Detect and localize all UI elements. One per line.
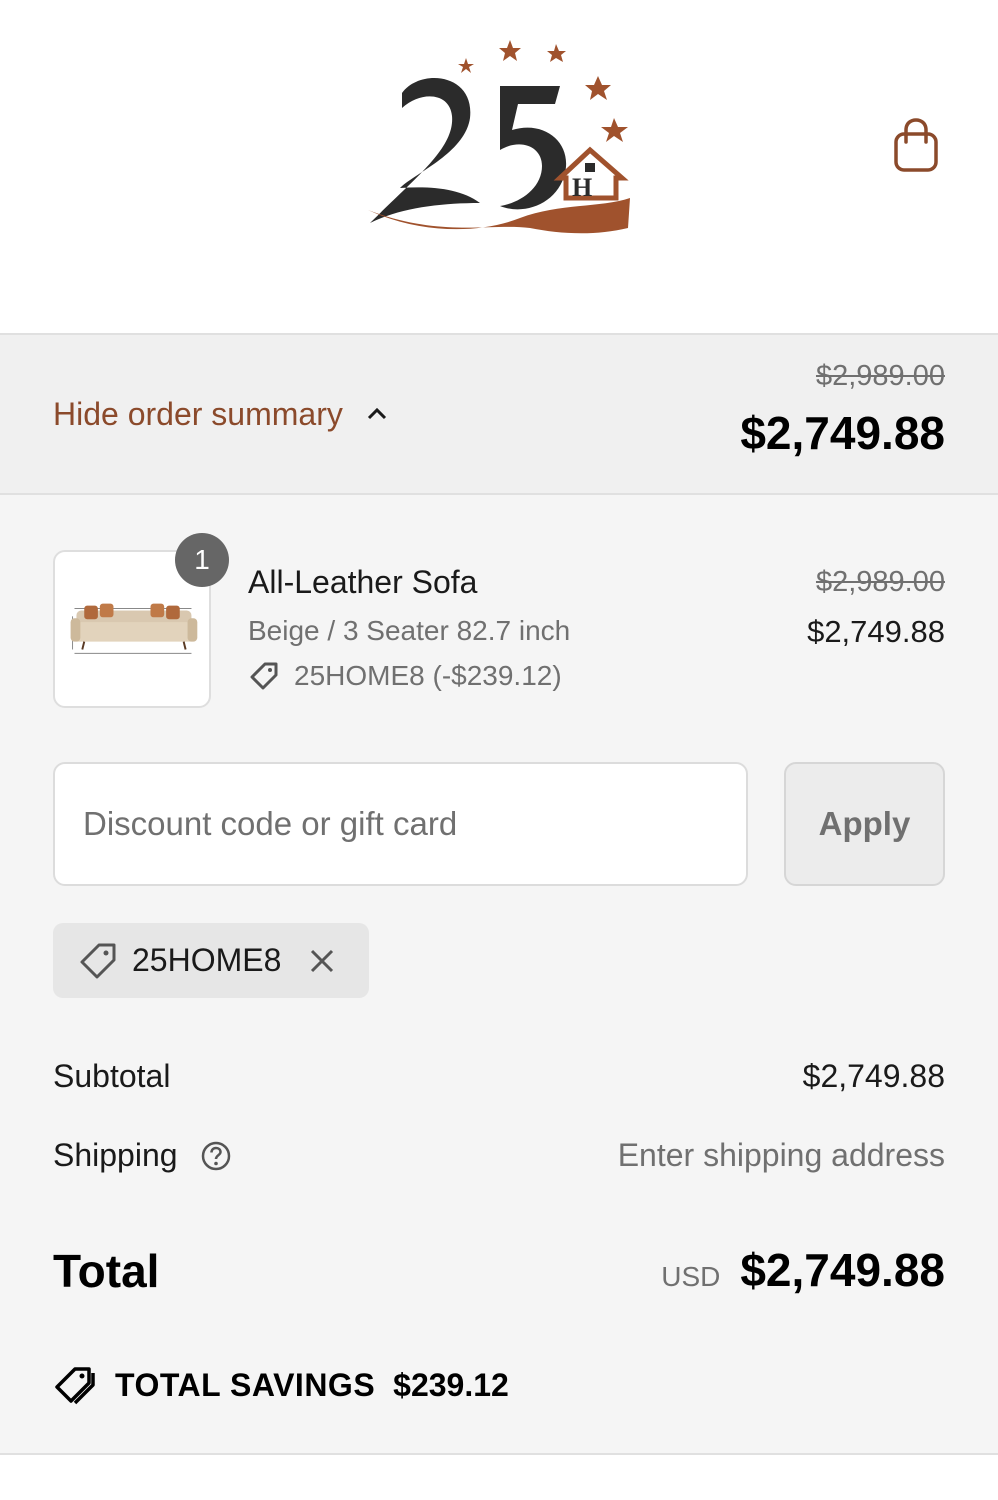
total-value: $2,749.88 <box>740 1244 945 1296</box>
svg-text:H: H <box>572 173 592 202</box>
total-savings: TOTAL SAVINGS $239.12 <box>53 1363 509 1407</box>
apply-discount-button[interactable]: Apply <box>784 762 945 886</box>
applied-discount-chip: 25HOME8 <box>53 923 369 998</box>
savings-label: TOTAL SAVINGS <box>115 1366 376 1403</box>
help-icon[interactable] <box>200 1140 232 1172</box>
shipping-value: Enter shipping address <box>617 1137 945 1173</box>
savings-tag-icon <box>55 1367 95 1405</box>
total-amount: USD $2,749.88 <box>661 1243 945 1297</box>
discount-code-input[interactable] <box>53 762 748 886</box>
tag-icon <box>80 943 116 978</box>
savings-value: $239.12 <box>393 1366 509 1403</box>
item-price: $2,749.88 <box>807 614 945 649</box>
shipping-label: Shipping <box>53 1137 178 1173</box>
brand-logo[interactable]: H <box>360 38 635 238</box>
applied-discount-code: 25HOME8 <box>132 942 282 978</box>
shopping-bag-icon[interactable] <box>892 118 940 174</box>
product-discount: 25HOME8 (-$239.12) <box>248 660 562 692</box>
total-label: Total <box>53 1245 160 1297</box>
subtotal-value: $2,749.88 <box>802 1058 945 1094</box>
product-variant: Beige / 3 Seater 82.7 inch <box>248 615 571 646</box>
summary-total-price: $2,749.88 <box>740 407 945 459</box>
header: H <box>0 0 998 333</box>
summary-compare-price: $2,989.00 <box>815 360 945 392</box>
item-compare-price: $2,989.00 <box>815 566 945 598</box>
tag-icon <box>250 662 278 690</box>
shipping-row: Shipping <box>53 1137 232 1174</box>
currency-code: USD <box>661 1261 721 1292</box>
quantity-badge: 1 <box>175 533 229 587</box>
product-discount-label: 25HOME8 (-$239.12) <box>294 660 562 691</box>
toggle-label: Hide order summary <box>53 395 343 432</box>
chevron-up-icon <box>367 407 386 420</box>
product-name: All-Leather Sofa <box>248 564 478 600</box>
hide-order-summary-button[interactable]: Hide order summary <box>53 392 389 436</box>
close-icon[interactable] <box>307 946 337 976</box>
footer <box>0 1455 998 1500</box>
subtotal-label: Subtotal <box>53 1058 171 1094</box>
